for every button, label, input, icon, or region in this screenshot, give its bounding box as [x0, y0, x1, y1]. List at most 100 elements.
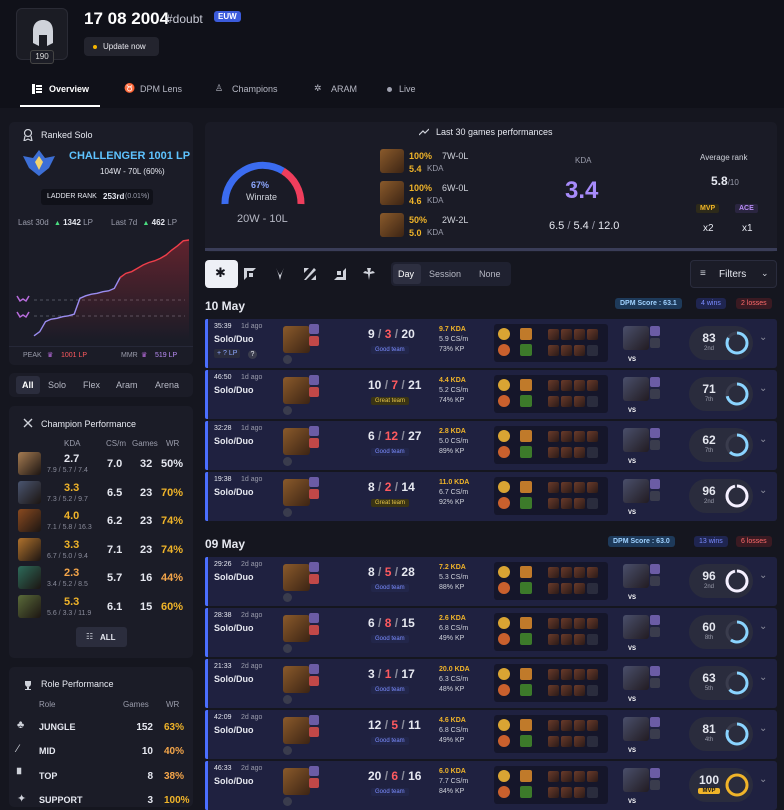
ward-icon	[520, 617, 532, 629]
group-day-tab[interactable]: Day	[398, 269, 414, 279]
bot-lane-icon[interactable]	[334, 268, 346, 280]
performance-score[interactable]: 63 5th	[689, 666, 753, 700]
match-row[interactable]: 29:26 2d ago Solo/Duo 8 / 5 / 28 Good team 7.…	[205, 557, 777, 606]
support-lane-icon[interactable]	[363, 268, 375, 280]
queue-filter-aram[interactable]: Aram	[116, 380, 138, 390]
group-none-tab[interactable]: None	[479, 269, 501, 279]
queue-filter-arena[interactable]: Arena	[155, 380, 179, 390]
match-row[interactable]: 46:33 2d ago Solo/Duo 20 / 6 / 16 Good team 6…	[205, 761, 777, 810]
match-duration: 21:33	[214, 663, 232, 670]
filters-button[interactable]: ≡ Filters ⌄	[690, 260, 777, 288]
role-games: 3	[147, 794, 153, 806]
match-kda-ratio: 20.0 KDA	[439, 666, 470, 673]
role-perf-row: ▘ TOP 8 38%	[9, 768, 193, 786]
expand-chevron-icon[interactable]: ⌄	[759, 485, 773, 507]
match-queue: Solo/Duo	[214, 572, 254, 582]
performance-score[interactable]: 83 2nd	[689, 326, 753, 360]
champion-perf-row[interactable]: 2.7 7.9 / 5.7 / 7.4 7.0 32 50%	[9, 451, 193, 477]
expand-chevron-icon[interactable]: ⌄	[759, 774, 773, 796]
opponent-portrait-icon	[623, 717, 649, 741]
win-indicator	[205, 557, 208, 606]
item-icon	[587, 498, 598, 509]
champion-kda-breakdown: 3.4 / 5.2 / 8.5	[47, 581, 88, 588]
item-build	[494, 477, 608, 515]
separator: /	[391, 667, 402, 681]
match-row[interactable]: 42:09 2d ago Solo/Duo 12 / 5 / 11 Good team 4…	[205, 710, 777, 759]
match-ago: 2d ago	[241, 765, 263, 772]
tab-overview[interactable]: Overview	[32, 84, 89, 94]
performance-score[interactable]: 81 4th	[689, 717, 753, 751]
champion-perf-row[interactable]: 3.3 7.3 / 5.2 / 9.7 6.5 23 70%	[9, 480, 193, 506]
queue-filter-solo[interactable]: Solo	[48, 380, 66, 390]
match-ago: 2d ago	[241, 561, 263, 568]
champion-perf-row[interactable]: 4.0 7.1 / 5.8 / 16.3 6.2 23 74%	[9, 508, 193, 534]
role-filter-all[interactable]: ✱	[205, 260, 238, 288]
performance-score[interactable]: 100 MVP	[689, 768, 753, 802]
match-row[interactable]: 21:33 2d ago Solo/Duo 3 / 1 / 17 Good team 20…	[205, 659, 777, 708]
champion-perf-row[interactable]: 5.3 5.6 / 3.3 / 11.9 6.1 15 60%	[9, 594, 193, 620]
trinket-icon	[520, 786, 532, 798]
peak-small-icon: ♛	[47, 352, 54, 359]
mmr-label: MMR	[121, 352, 138, 359]
expand-chevron-icon[interactable]: ⌄	[759, 434, 773, 456]
all-champions-button[interactable]: ☷ ALL	[76, 627, 127, 647]
vs-label: VS	[628, 459, 637, 465]
match-queue: Solo/Duo	[214, 623, 254, 633]
help-icon[interactable]: ?	[248, 350, 257, 359]
performance-score[interactable]: 60 8th	[689, 615, 753, 649]
mid-lane-icon[interactable]	[304, 268, 316, 280]
filter-icon: ≡	[700, 268, 706, 279]
tab-dpm-lens[interactable]: ♉ DPM Lens	[124, 83, 182, 94]
queue-filter-all[interactable]: All	[22, 380, 34, 390]
vs-label: VS	[628, 799, 637, 805]
match-queue: Solo/Duo	[214, 725, 254, 735]
update-button[interactable]: Update now	[84, 37, 159, 56]
expand-chevron-icon[interactable]: ⌄	[759, 672, 773, 694]
performance-score[interactable]: 96 2nd	[689, 564, 753, 598]
score-ring-icon	[725, 671, 749, 695]
tab-aram[interactable]: ✲ ARAM	[314, 83, 357, 94]
ranked-solo-card: Ranked Solo CHALLENGER 1001 LP 104W - 70…	[9, 122, 193, 365]
match-row[interactable]: 32:28 1d ago Solo/Duo 6 / 12 / 27 Good team 2…	[205, 421, 777, 470]
match-queue: Solo/Duo	[214, 674, 254, 684]
keystone-rune-icon	[498, 430, 510, 442]
tab-champions[interactable]: ♙ Champions	[215, 83, 278, 94]
champion-cs: 6.5	[107, 486, 123, 499]
expand-chevron-icon[interactable]: ⌄	[759, 332, 773, 354]
performance-score[interactable]: 96 2nd	[689, 479, 753, 513]
expand-chevron-icon[interactable]: ⌄	[759, 621, 773, 643]
champion-portrait-icon	[18, 452, 41, 475]
score-place: MVP	[698, 788, 720, 794]
jungle-lane-icon[interactable]	[274, 268, 286, 280]
kills: 10	[368, 378, 382, 392]
top-lane-icon[interactable]	[244, 268, 256, 280]
group-session-tab[interactable]: Session	[429, 269, 461, 279]
performance-score[interactable]: 62 7th	[689, 428, 753, 462]
expand-chevron-icon[interactable]: ⌄	[759, 383, 773, 405]
mmr-small-icon: ♛	[141, 352, 148, 359]
expand-chevron-icon[interactable]: ⌄	[759, 723, 773, 745]
summoner-spell-icon	[309, 438, 319, 448]
summoner-spell-icon	[650, 576, 660, 586]
opponent-portrait-icon	[623, 326, 649, 350]
match-row[interactable]: 46:50 1d ago Solo/Duo 10 / 7 / 21 Great team…	[205, 370, 777, 419]
item-icon	[548, 329, 559, 340]
match-row[interactable]: 19:38 1d ago Solo/Duo 8 / 2 / 14 Great team 1…	[205, 472, 777, 521]
summoner-spell-icon	[650, 615, 660, 625]
col-header-cs: CS/m	[106, 439, 126, 448]
summoner-spell-icon	[309, 562, 319, 572]
champion-perf-row[interactable]: 3.3 6.7 / 5.0 / 9.4 7.1 23 74%	[9, 537, 193, 563]
opponent-portrait-icon	[623, 615, 649, 639]
summary-champ-kda: 5.4	[409, 164, 422, 174]
match-row[interactable]: 28:38 2d ago Solo/Duo 6 / 8 / 15 Good team 2.…	[205, 608, 777, 657]
expand-chevron-icon[interactable]: ⌄	[759, 570, 773, 592]
ladder-rank-pct: (0.01%)	[125, 193, 150, 200]
match-row[interactable]: 35:39 1d ago Solo/Duo + ? LP? 9 / 3 / 20 Good…	[205, 319, 777, 368]
performance-score[interactable]: 71 7th	[689, 377, 753, 411]
secondary-rune-icon	[498, 582, 510, 594]
queue-filter-flex[interactable]: Flex	[83, 380, 100, 390]
champion-cs: 6.1	[107, 600, 123, 613]
tab-live[interactable]: Live	[387, 84, 416, 94]
champion-perf-row[interactable]: 2.3 3.4 / 5.2 / 8.5 5.7 16 44%	[9, 565, 193, 591]
match-kda-line: 6 / 8 / 15	[368, 616, 415, 630]
